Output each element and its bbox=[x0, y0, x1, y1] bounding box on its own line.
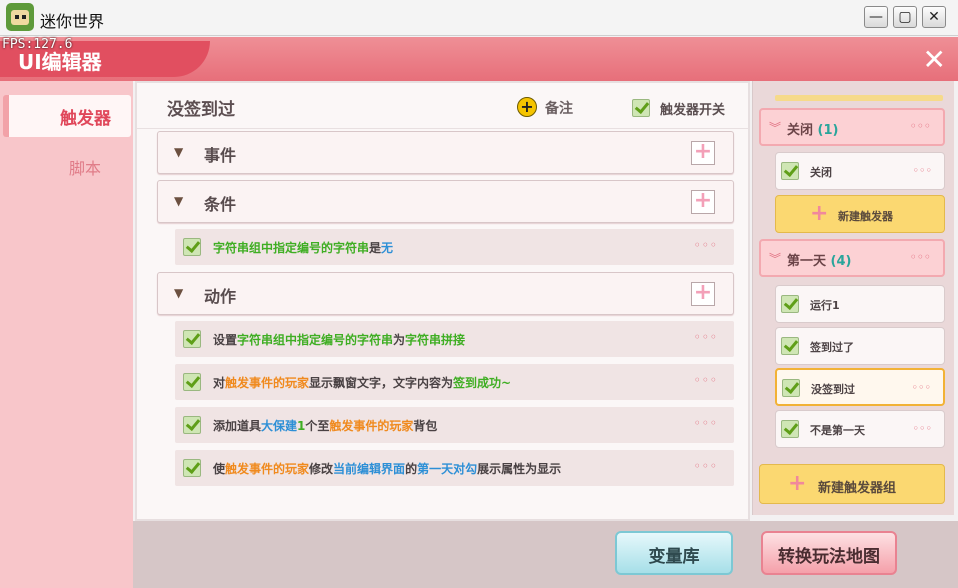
checkbox-icon[interactable] bbox=[781, 337, 799, 355]
trigger-group-header[interactable]: ︾ 关闭 (1) ◦◦◦ bbox=[759, 108, 945, 146]
action-row[interactable]: 添加道具大保建1个至触发事件的玩家背包 ◦◦◦ bbox=[175, 407, 734, 443]
chevron-down-icon: ︾ bbox=[769, 121, 782, 135]
plus-circle-icon: + bbox=[517, 97, 537, 117]
note-label: 备注 bbox=[545, 101, 573, 117]
action-row[interactable]: 对触发事件的玩家显示飘窗文字，文字内容为签到成功~ ◦◦◦ bbox=[175, 364, 734, 400]
section-action-label: 动作 bbox=[204, 287, 237, 306]
more-options-icon[interactable]: ◦◦◦ bbox=[694, 238, 718, 252]
checkbox-icon[interactable] bbox=[632, 99, 650, 117]
trigger-item[interactable]: 签到过了 bbox=[775, 327, 945, 365]
trigger-item-label: 关闭 bbox=[810, 166, 832, 179]
tab-trigger-label: 触发器 bbox=[60, 109, 111, 129]
more-options-icon[interactable]: ◦◦◦ bbox=[694, 330, 718, 344]
window-close-button[interactable]: ✕ bbox=[922, 6, 946, 28]
section-condition-label: 条件 bbox=[204, 195, 237, 214]
trigger-detail-panel: 没签到过 + 备注 触发器开关 ▼ 事件 + ▼ 条件 + 字符串组中指定编号的… bbox=[135, 81, 750, 521]
new-trigger-button[interactable]: + 新建触发器 bbox=[775, 195, 945, 233]
left-tab-panel: 触发器 脚本 bbox=[0, 81, 133, 588]
app-logo-icon bbox=[6, 3, 34, 31]
action-text: 对触发事件的玩家显示飘窗文字，文字内容为签到成功~ bbox=[213, 376, 512, 390]
condition-text: 字符串组中指定编号的字符串是无 bbox=[213, 241, 394, 255]
variable-library-label: 变量库 bbox=[648, 547, 700, 567]
window-titlebar: 迷你世界 — ▢ ✕ bbox=[0, 0, 958, 36]
action-row[interactable]: 设置字符串组中指定编号的字符串为字符串拼接 ◦◦◦ bbox=[175, 321, 734, 357]
trigger-title: 没签到过 bbox=[167, 100, 235, 120]
checkbox-icon[interactable] bbox=[781, 295, 799, 313]
tab-script-label: 脚本 bbox=[68, 159, 101, 178]
action-text: 使触发事件的玩家修改当前编辑界面的第一天对勾展示属性为显示 bbox=[213, 462, 562, 476]
trigger-item-label: 不是第一天 bbox=[810, 424, 865, 437]
action-text: 添加道具大保建1个至触发事件的玩家背包 bbox=[213, 419, 438, 433]
more-options-icon[interactable]: ◦◦◦ bbox=[694, 416, 718, 430]
new-trigger-label: 新建触发器 bbox=[838, 210, 893, 223]
window-title: 迷你世界 bbox=[40, 12, 105, 31]
trigger-item-selected[interactable]: 没签到过 ◦◦◦ bbox=[775, 368, 945, 406]
checkbox-icon[interactable] bbox=[782, 379, 800, 397]
more-options-icon[interactable]: ◦◦◦ bbox=[912, 381, 931, 394]
section-event-label: 事件 bbox=[204, 146, 237, 165]
checkbox-icon[interactable] bbox=[183, 459, 201, 477]
trigger-item[interactable]: 不是第一天 ◦◦◦ bbox=[775, 410, 945, 448]
trigger-switch-label: 触发器开关 bbox=[660, 103, 726, 118]
triangle-down-icon: ▼ bbox=[174, 145, 184, 159]
group-name: 关闭 (1) bbox=[787, 123, 839, 138]
new-trigger-group-button[interactable]: + 新建触发器组 bbox=[759, 464, 945, 504]
tab-trigger[interactable]: 触发器 bbox=[3, 95, 131, 137]
checkbox-icon[interactable] bbox=[781, 162, 799, 180]
group-name: 第一天 (4) bbox=[787, 254, 852, 269]
new-trigger-group-label: 新建触发器组 bbox=[818, 481, 897, 496]
fps-counter: FPS:127.6 bbox=[2, 37, 73, 52]
trigger-item[interactable]: 关闭 ◦◦◦ bbox=[775, 152, 945, 190]
add-condition-button[interactable]: + bbox=[691, 190, 715, 214]
checkbox-icon[interactable] bbox=[183, 373, 201, 391]
maximize-button[interactable]: ▢ bbox=[893, 6, 917, 28]
variable-library-button[interactable]: 变量库 bbox=[615, 531, 733, 575]
plus-icon: + bbox=[788, 471, 807, 496]
more-options-icon[interactable]: ◦◦◦ bbox=[694, 459, 718, 473]
checkbox-icon[interactable] bbox=[183, 330, 201, 348]
more-options-icon[interactable]: ◦◦◦ bbox=[910, 250, 931, 264]
more-options-icon[interactable]: ◦◦◦ bbox=[694, 373, 718, 387]
trigger-item[interactable]: 运行1 bbox=[775, 285, 945, 323]
tab-script[interactable]: 脚本 bbox=[3, 147, 131, 185]
switch-map-label: 转换玩法地图 bbox=[778, 547, 880, 567]
close-icon[interactable]: ✕ bbox=[923, 43, 946, 76]
action-row[interactable]: 使触发事件的玩家修改当前编辑界面的第一天对勾展示属性为显示 ◦◦◦ bbox=[175, 450, 734, 486]
checkbox-icon[interactable] bbox=[781, 420, 799, 438]
trigger-item-label: 没签到过 bbox=[811, 383, 855, 396]
more-options-icon[interactable]: ◦◦◦ bbox=[910, 119, 931, 133]
more-options-icon[interactable]: ◦◦◦ bbox=[913, 422, 932, 435]
plus-icon: + bbox=[810, 201, 829, 226]
chevron-down-icon: ︾ bbox=[769, 252, 782, 266]
action-text: 设置字符串组中指定编号的字符串为字符串拼接 bbox=[213, 333, 466, 347]
more-options-icon[interactable]: ◦◦◦ bbox=[913, 164, 932, 177]
checkbox-icon[interactable] bbox=[183, 416, 201, 434]
trigger-item-label: 运行1 bbox=[810, 299, 840, 312]
editor-header: FPS:127.6 UI编辑器 ✕ bbox=[0, 37, 958, 81]
trigger-item-label: 签到过了 bbox=[810, 341, 854, 354]
section-condition[interactable]: ▼ 条件 + bbox=[157, 180, 734, 223]
triangle-down-icon: ▼ bbox=[174, 286, 184, 300]
condition-row[interactable]: 字符串组中指定编号的字符串是无 ◦◦◦ bbox=[175, 229, 734, 265]
section-event[interactable]: ▼ 事件 + bbox=[157, 131, 734, 174]
trigger-list-panel: ︾ 关闭 (1) ◦◦◦ 关闭 ◦◦◦ + 新建触发器 ︾ 第一天 (4) ◦◦… bbox=[752, 81, 954, 515]
trigger-header: 没签到过 + 备注 触发器开关 bbox=[137, 83, 748, 129]
trigger-group-header[interactable]: ︾ 第一天 (4) ◦◦◦ bbox=[759, 239, 945, 277]
checkbox-icon[interactable] bbox=[183, 238, 201, 256]
scroll-strip bbox=[775, 95, 943, 101]
section-action[interactable]: ▼ 动作 + bbox=[157, 272, 734, 315]
minimize-button[interactable]: — bbox=[864, 6, 888, 28]
switch-map-button[interactable]: 转换玩法地图 bbox=[761, 531, 897, 575]
footer-bar: 变量库 转换玩法地图 bbox=[133, 521, 958, 588]
triangle-down-icon: ▼ bbox=[174, 194, 184, 208]
add-event-button[interactable]: + bbox=[691, 141, 715, 165]
add-action-button[interactable]: + bbox=[691, 282, 715, 306]
